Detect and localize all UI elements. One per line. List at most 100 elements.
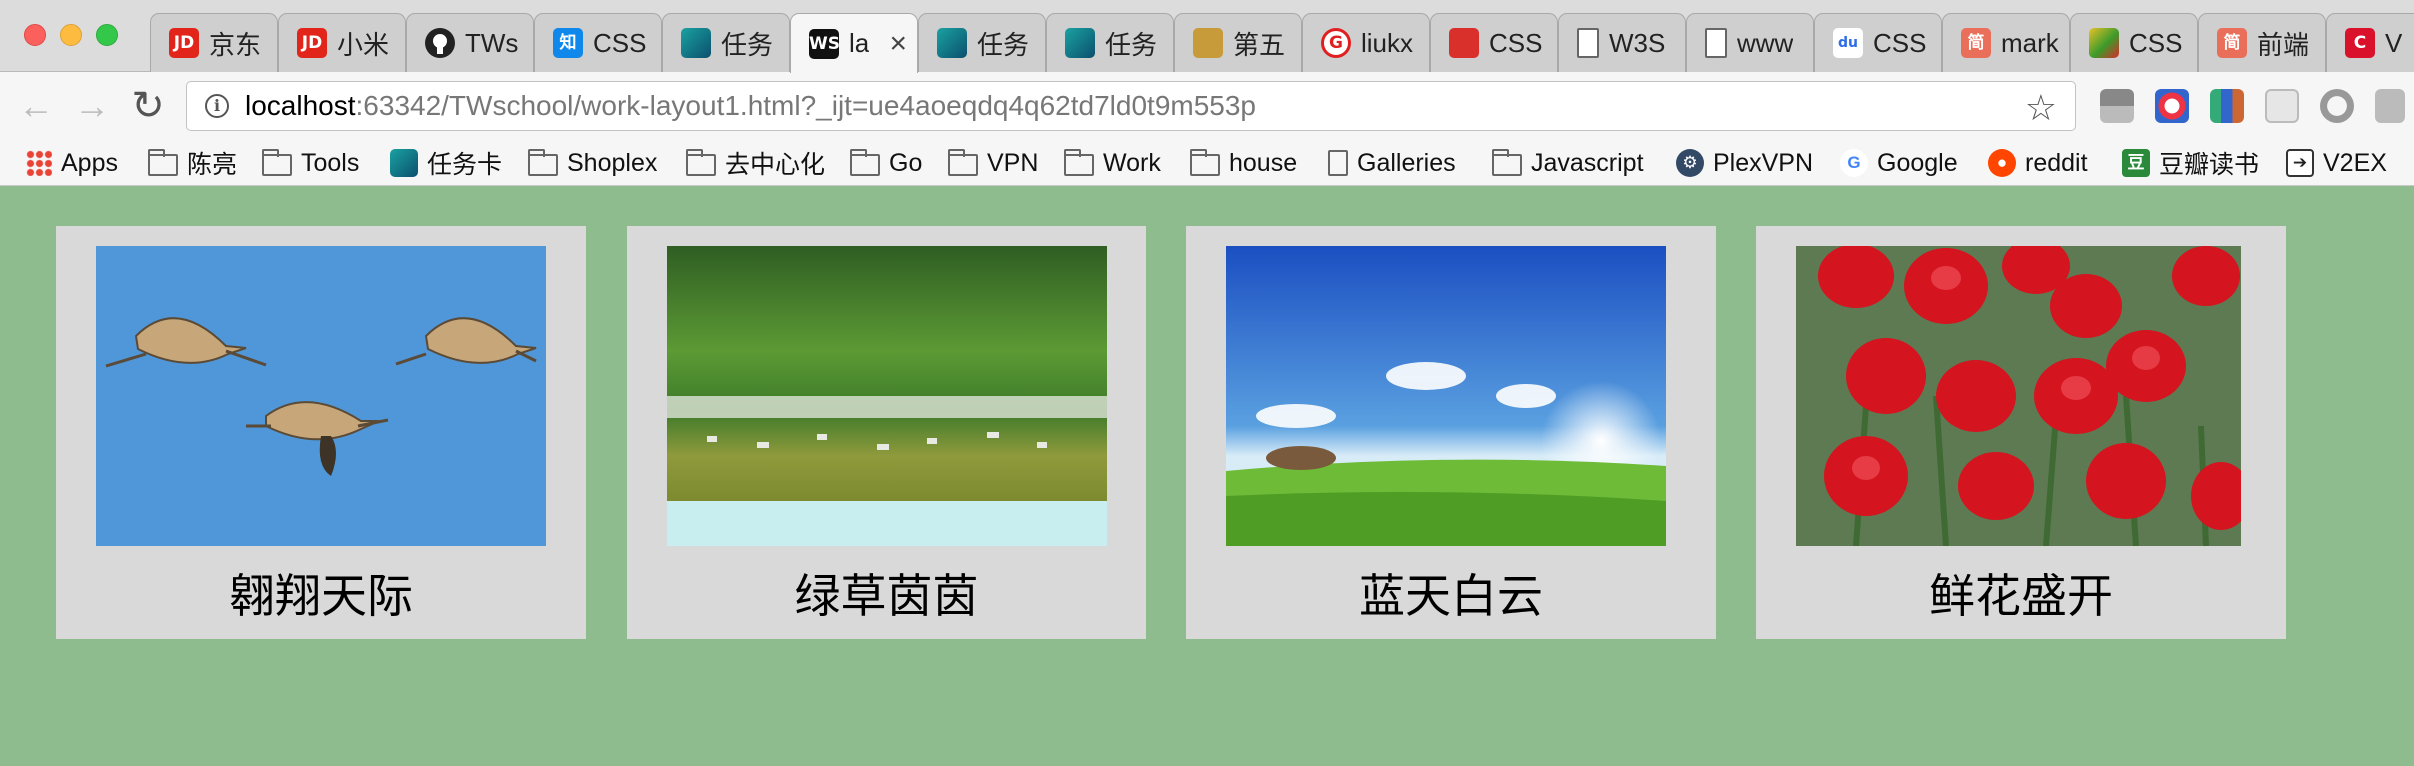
window-minimize-button[interactable] bbox=[60, 24, 82, 46]
folder-icon bbox=[850, 149, 880, 176]
bookmark-folder-javascript[interactable]: Javascript bbox=[1492, 146, 1644, 180]
tab-zhihu[interactable]: 知 CSS bbox=[534, 13, 662, 72]
tab-css-windmill[interactable]: CSS bbox=[2070, 13, 2198, 72]
tab-task-2[interactable]: 任务 bbox=[918, 13, 1046, 72]
folder-icon bbox=[686, 149, 716, 176]
bookmark-folder-vpn[interactable]: VPN bbox=[948, 146, 1038, 180]
shield-icon bbox=[1449, 28, 1479, 58]
tab-jd[interactable]: JD 京东 bbox=[150, 13, 278, 72]
tab-title: CSS bbox=[593, 27, 647, 58]
tab-title: 第五 bbox=[1233, 29, 1286, 60]
folder-icon bbox=[148, 149, 178, 176]
tab-title: CSS bbox=[1489, 27, 1543, 58]
browser-toolbar: ← → ↻ i localhost:63342/TWschool/work-la… bbox=[0, 72, 2414, 140]
bookmark-star-icon[interactable]: ☆ bbox=[2025, 87, 2057, 129]
window-maximize-button[interactable] bbox=[96, 24, 118, 46]
adblock-extension-icon[interactable] bbox=[2155, 89, 2189, 123]
bookmark-label: Galleries bbox=[1357, 148, 1456, 177]
bookmark-folder-house[interactable]: house bbox=[1190, 146, 1297, 180]
card-caption: 鲜花盛开 bbox=[1929, 569, 2113, 623]
analytics-extension-icon[interactable] bbox=[2210, 89, 2244, 123]
tab-fifth[interactable]: 第五 bbox=[1174, 13, 1302, 72]
page-icon bbox=[1328, 150, 1348, 176]
avatar-icon bbox=[1193, 28, 1223, 58]
tab-title: 前端 bbox=[2257, 29, 2310, 60]
reddit-icon: ● bbox=[1988, 149, 2016, 177]
tab-task-1[interactable]: 任务 bbox=[662, 13, 790, 72]
close-tab-icon[interactable]: × bbox=[889, 27, 907, 61]
bookmark-folder-tools[interactable]: Tools bbox=[262, 146, 359, 180]
folder-icon bbox=[262, 149, 292, 176]
tab-last[interactable]: C V bbox=[2326, 13, 2414, 72]
bookmark-label: reddit bbox=[2025, 148, 2088, 177]
jianshu-icon: 简 bbox=[1961, 28, 1991, 58]
bookmark-label: 任务卡 bbox=[427, 151, 503, 179]
bookmark-folder-shoplex[interactable]: Shoplex bbox=[528, 146, 657, 180]
bookmark-reddit[interactable]: ● reddit bbox=[1988, 146, 2088, 180]
tab-www[interactable]: www bbox=[1686, 13, 1814, 72]
tab-markdown[interactable]: 简 mark bbox=[1942, 13, 2070, 72]
tab-frontend[interactable]: 简 前端 bbox=[2198, 13, 2326, 72]
bookmark-apps[interactable]: Apps bbox=[26, 146, 118, 180]
bookmarks-bar: Apps 陈亮 Tools 任务卡 Shoplex 去中心化 Go VPN Wo… bbox=[0, 140, 2414, 186]
gallery-card-tulips: 鲜花盛开 bbox=[1756, 226, 2286, 639]
tab-title: 京东 bbox=[209, 29, 262, 60]
tab-layout-active[interactable]: WS la × bbox=[790, 13, 918, 73]
bookmark-label: 去中心化 bbox=[725, 151, 826, 179]
bookmark-folder-chenliang[interactable]: 陈亮 bbox=[148, 146, 237, 180]
tulips-image bbox=[1796, 246, 2241, 546]
tab-liukx[interactable]: G liukx bbox=[1302, 13, 1430, 72]
settings-extension-icon[interactable] bbox=[2375, 89, 2405, 123]
bookmark-folder-go[interactable]: Go bbox=[850, 146, 922, 180]
github-icon bbox=[425, 28, 455, 58]
card-caption: 翱翔天际 bbox=[229, 569, 413, 623]
page-icon bbox=[1705, 28, 1727, 58]
bookmark-v2ex[interactable]: ➔ V2EX bbox=[2286, 146, 2387, 180]
card-caption: 蓝天白云 bbox=[1359, 569, 1543, 623]
tab-xiaomi[interactable]: JD 小米 bbox=[278, 13, 406, 72]
bookmark-plexvpn[interactable]: ⚙ PlexVPN bbox=[1676, 146, 1813, 180]
bookmark-label: Google bbox=[1877, 148, 1958, 177]
folder-icon bbox=[1190, 149, 1220, 176]
task-icon bbox=[1065, 28, 1095, 58]
bookmark-folder-decentralized[interactable]: 去中心化 bbox=[686, 146, 825, 180]
baidu-icon: du bbox=[1833, 28, 1863, 58]
url-host: localhost bbox=[245, 90, 356, 121]
bookmark-label: house bbox=[1229, 148, 1298, 177]
info-icon[interactable]: i bbox=[205, 94, 229, 118]
tab-css-shield[interactable]: CSS bbox=[1430, 13, 1558, 72]
bookmark-folder-work[interactable]: Work bbox=[1064, 146, 1161, 180]
tab-github[interactable]: TWs bbox=[406, 13, 534, 72]
incognito-extension-icon[interactable] bbox=[2100, 89, 2134, 123]
bookmark-label: Go bbox=[889, 148, 923, 177]
window-close-button[interactable] bbox=[24, 24, 46, 46]
bookmark-galleries[interactable]: Galleries bbox=[1328, 146, 1456, 180]
douban-icon: 豆 bbox=[2122, 149, 2150, 177]
tab-task-3[interactable]: 任务 bbox=[1046, 13, 1174, 72]
tab-title: 任务 bbox=[1105, 29, 1158, 60]
bookmark-label: Apps bbox=[61, 148, 118, 177]
forward-arrow-icon[interactable]: → bbox=[72, 86, 112, 126]
bookmark-google[interactable]: G Google bbox=[1840, 146, 1958, 180]
c-logo-icon: C bbox=[2345, 28, 2375, 58]
tab-strip: JD 京东 JD 小米 TWs 知 CSS 任务 WS la × 任务 任务 第… bbox=[0, 0, 2414, 73]
folder-icon bbox=[1492, 149, 1522, 176]
back-arrow-icon[interactable]: ← bbox=[16, 86, 56, 126]
address-bar[interactable]: i localhost:63342/TWschool/work-layout1.… bbox=[186, 81, 2076, 131]
bookmark-douban[interactable]: 豆 豆瓣读书 bbox=[2122, 146, 2259, 180]
plexvpn-icon: ⚙ bbox=[1676, 149, 1704, 177]
tab-w3s[interactable]: W3S bbox=[1558, 13, 1686, 72]
grassland-image bbox=[667, 246, 1107, 546]
tab-title: 任务 bbox=[721, 29, 774, 60]
tab-title: www bbox=[1737, 27, 1794, 58]
shield-extension-icon[interactable] bbox=[2265, 89, 2299, 123]
tab-baidu-css[interactable]: du CSS bbox=[1814, 13, 1942, 72]
jd-icon: JD bbox=[169, 28, 199, 58]
reload-icon[interactable]: ↻ bbox=[128, 86, 168, 126]
bookmark-label: 豆瓣读书 bbox=[2159, 151, 2260, 179]
circle-extension-icon[interactable] bbox=[2320, 89, 2354, 123]
bookmark-task-card[interactable]: 任务卡 bbox=[390, 146, 502, 180]
jd-icon: JD bbox=[297, 28, 327, 58]
tab-title: CSS bbox=[2129, 27, 2183, 58]
folder-icon bbox=[948, 149, 978, 176]
